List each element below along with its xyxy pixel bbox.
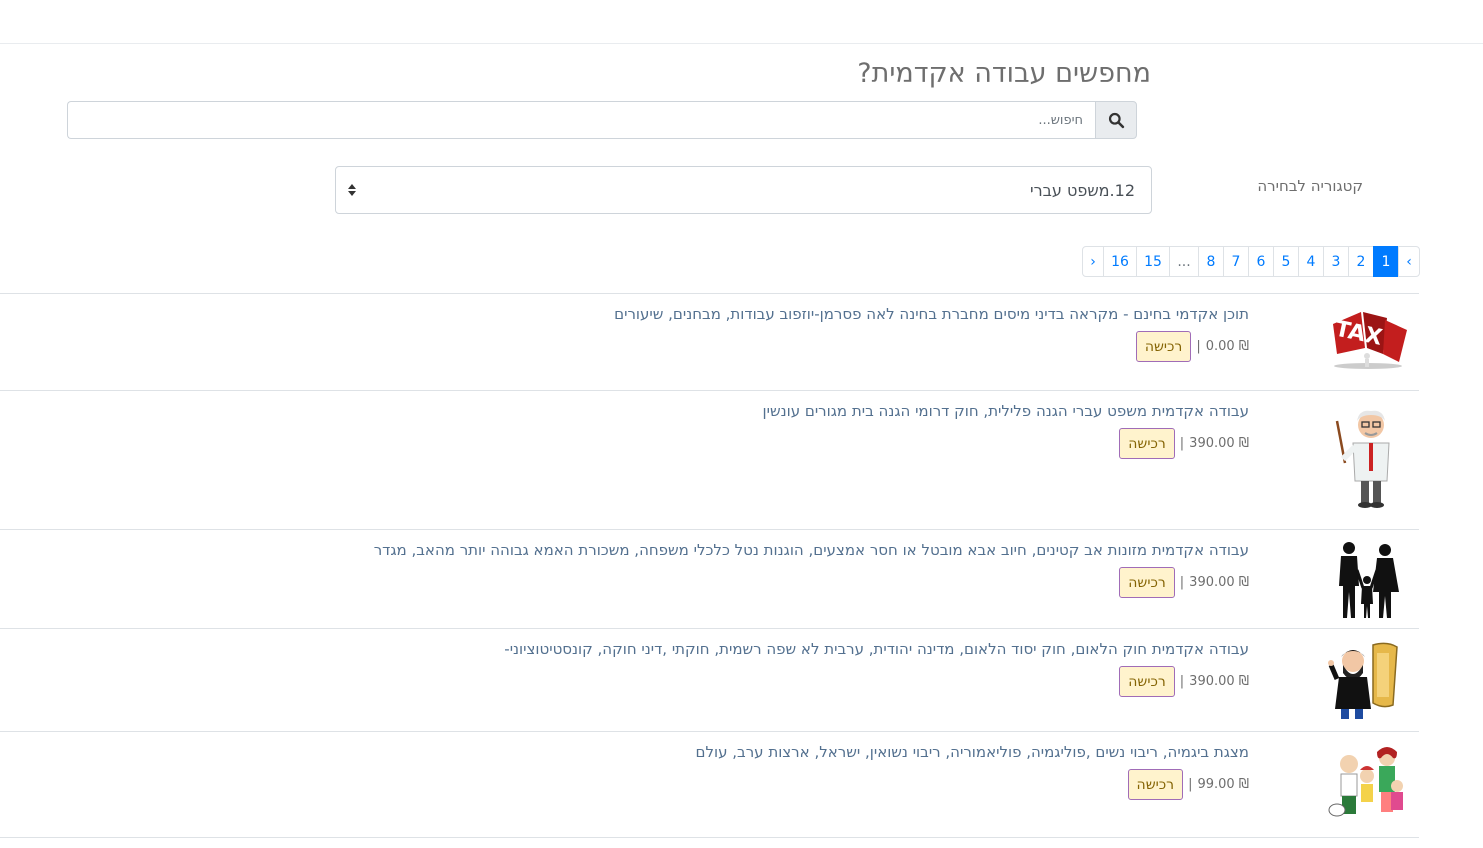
- page-title: מחפשים עבודה אקדמית?: [857, 58, 1151, 89]
- price-line: ₪ 0.00 | רכישה: [1135, 331, 1249, 362]
- product-row: עבודה אקדמית חוק הלאום, חוק יסוד הלאום, …: [0, 628, 1419, 731]
- page-2[interactable]: 2: [1348, 246, 1374, 277]
- page-16[interactable]: 16: [1103, 246, 1137, 277]
- product-title[interactable]: תוכן אקדמי בחינם - מקראה בדיני מיסים מחב…: [614, 305, 1249, 323]
- buy-button[interactable]: רכישה: [1119, 428, 1175, 459]
- page-6[interactable]: 6: [1248, 246, 1274, 277]
- product-thumbnail[interactable]: [1327, 540, 1409, 620]
- professor-icon: [1335, 410, 1390, 508]
- pagination: ‹ 1 2 3 4 5 6 7 8 ... 15 16 ›: [1082, 246, 1420, 277]
- price-line: ₪ 390.00 | רכישה: [1119, 428, 1249, 459]
- price-separator: |: [1188, 777, 1193, 792]
- pagination-prev[interactable]: ‹: [1398, 246, 1420, 277]
- product-row: עבודה אקדמית משפט עברי הגנה פלילית, חוק …: [0, 390, 1419, 529]
- price-line: ₪ 390.00 | רכישה: [1119, 666, 1249, 697]
- product-thumbnail[interactable]: [1327, 746, 1409, 820]
- top-navbar: [0, 0, 1483, 44]
- select-arrows-icon: [348, 184, 356, 196]
- buy-button[interactable]: רכישה: [1127, 769, 1184, 800]
- product-price: ₪ 390.00: [1189, 674, 1249, 689]
- product-price: ₪ 99.00: [1197, 777, 1249, 792]
- product-row: עבודה אקדמית מזונות אב קטינים, חיוב אבא …: [0, 529, 1419, 628]
- pagination-ellipsis: ...: [1169, 246, 1199, 277]
- search-icon: [1108, 112, 1124, 128]
- search-bar: [67, 101, 1137, 139]
- page-3[interactable]: 3: [1323, 246, 1349, 277]
- price-separator: |: [1196, 339, 1201, 354]
- price-line: ₪ 99.00 | רכישה: [1127, 769, 1249, 800]
- product-title[interactable]: עבודה אקדמית חוק הלאום, חוק יסוד הלאום, …: [504, 640, 1249, 658]
- rabbi-torah-icon: [1328, 642, 1398, 719]
- category-label: קטגוריה לבחירה: [1257, 177, 1363, 195]
- product-row: מצגת ביגמיה, ריבוי נשים ,פוליגמיה, פוליא…: [0, 731, 1419, 838]
- pagination-next[interactable]: ›: [1082, 246, 1104, 277]
- buy-button[interactable]: רכישה: [1119, 567, 1175, 598]
- family-silhouette-icon: [1339, 542, 1399, 618]
- page-5[interactable]: 5: [1273, 246, 1299, 277]
- buy-button[interactable]: רכישה: [1135, 331, 1192, 362]
- price-line: ₪ 390.00 | רכישה: [1119, 567, 1249, 598]
- cartoon-family-icon: [1328, 747, 1403, 817]
- search-button[interactable]: [1095, 101, 1137, 139]
- product-row: TAX תוכן אקדמי בחינם - מקראה בדיני מיסים…: [0, 293, 1419, 390]
- product-title[interactable]: עבודה אקדמית משפט עברי הגנה פלילית, חוק …: [763, 402, 1249, 420]
- product-thumbnail[interactable]: [1327, 639, 1409, 723]
- product-price: ₪ 390.00: [1189, 436, 1249, 451]
- product-thumbnail[interactable]: [1327, 407, 1409, 511]
- product-price: ₪ 0.00: [1205, 339, 1249, 354]
- product-price: ₪ 390.00: [1189, 575, 1249, 590]
- page-4[interactable]: 4: [1298, 246, 1324, 277]
- search-input[interactable]: [67, 101, 1095, 139]
- page-1[interactable]: 1: [1373, 246, 1399, 277]
- buy-button[interactable]: רכישה: [1119, 666, 1175, 697]
- page-8[interactable]: 8: [1198, 246, 1224, 277]
- category-select[interactable]: 12.משפט עברי: [335, 166, 1152, 214]
- product-title[interactable]: עבודה אקדמית מזונות אב קטינים, חיוב אבא …: [374, 541, 1249, 559]
- page-7[interactable]: 7: [1223, 246, 1249, 277]
- category-selected-value: 12.משפט עברי: [1030, 181, 1135, 200]
- price-separator: |: [1179, 436, 1185, 451]
- price-separator: |: [1179, 575, 1185, 590]
- product-thumbnail[interactable]: TAX: [1327, 304, 1409, 374]
- price-separator: |: [1179, 674, 1185, 689]
- product-title[interactable]: מצגת ביגמיה, ריבוי נשים ,פוליגמיה, פוליא…: [696, 743, 1249, 761]
- page-15[interactable]: 15: [1136, 246, 1170, 277]
- tax-icon: TAX: [1333, 312, 1407, 369]
- product-list: TAX תוכן אקדמי בחינם - מקראה בדיני מיסים…: [0, 293, 1419, 838]
